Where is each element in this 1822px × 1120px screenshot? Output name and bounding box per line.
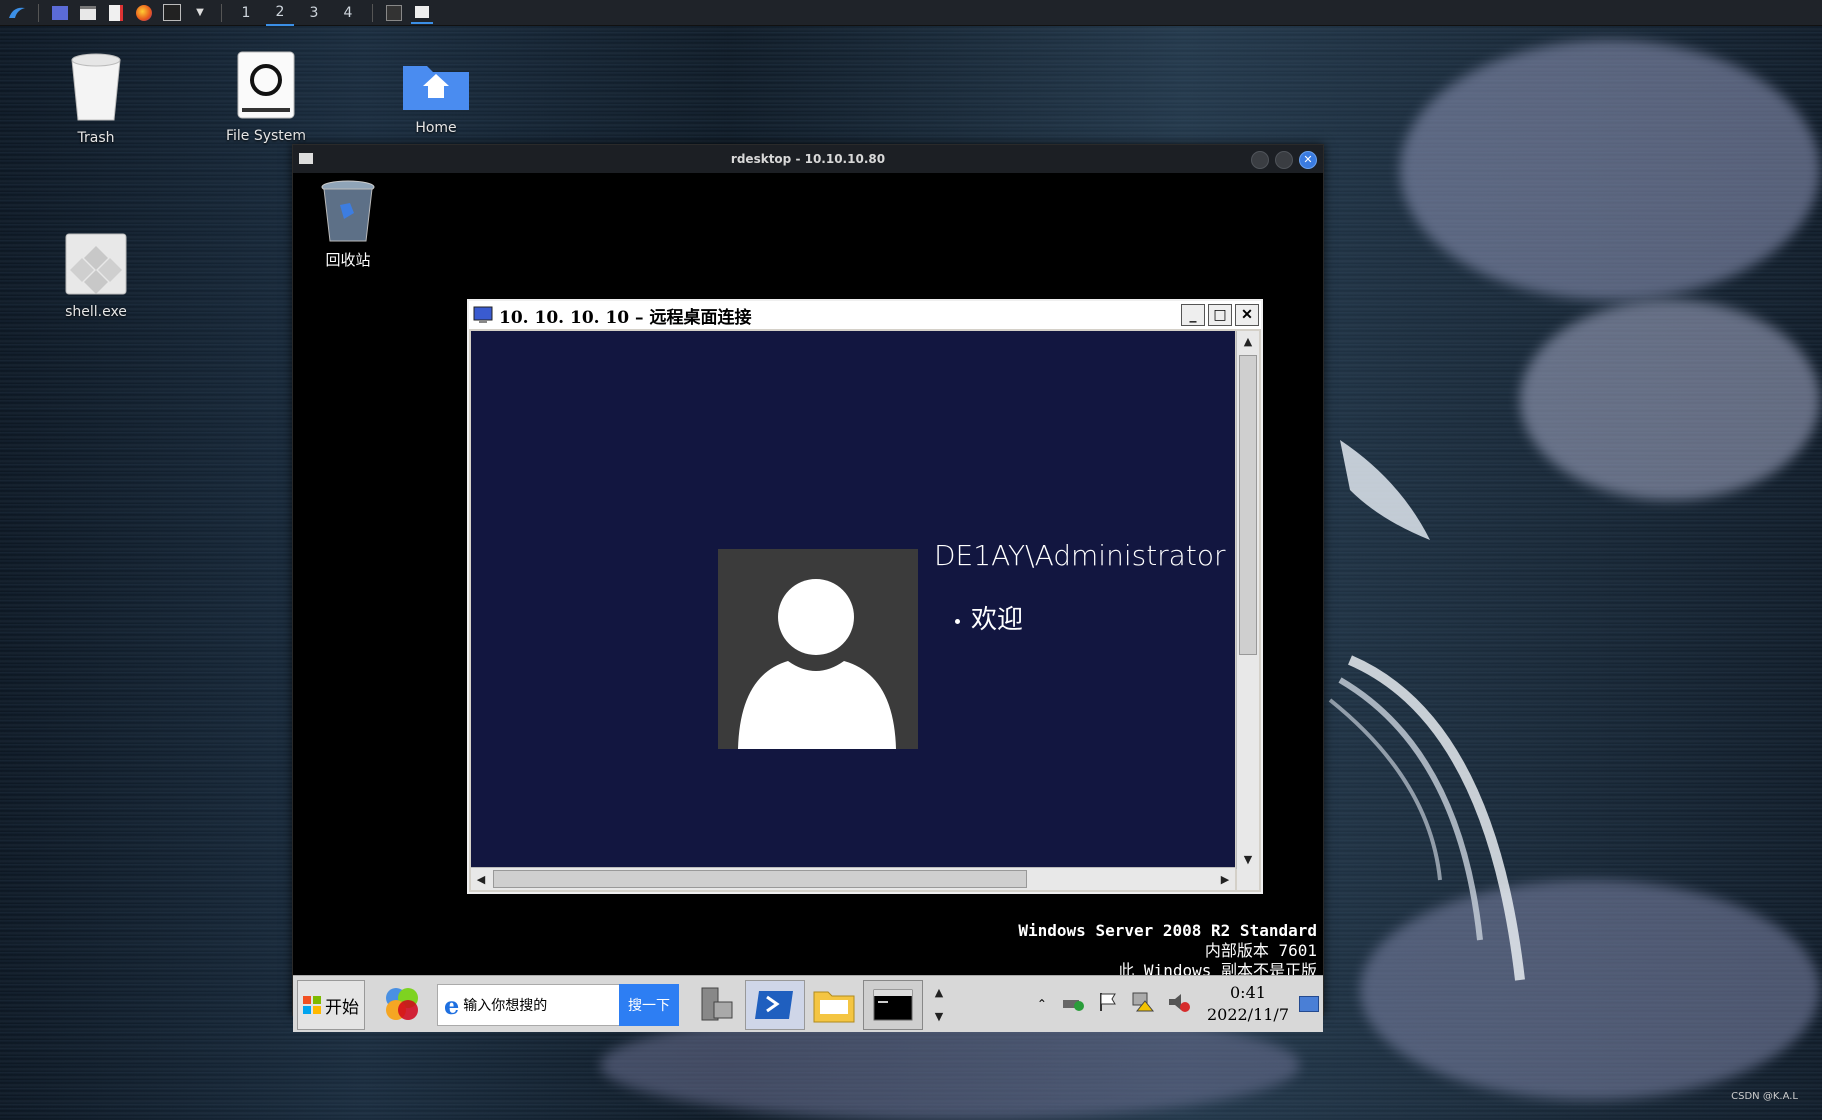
watermark-build: 内部版本 7601	[1204, 941, 1317, 960]
taskbar-terminal-window-icon[interactable]	[383, 3, 405, 23]
chevron-down-icon[interactable]: ▼	[189, 3, 211, 23]
taskbar-app-colorful-icon[interactable]	[373, 980, 431, 1028]
recycle-bin-icon	[321, 180, 375, 242]
remote-desktop: 回收站 10. 10. 10. 10 – 远程桌面连接 _ □ ✕ DE1AY\…	[293, 173, 1323, 1032]
kali-menu-icon[interactable]	[6, 3, 28, 23]
remote-desktop-connection-window: 10. 10. 10. 10 – 远程桌面连接 _ □ ✕ DE1AY\Admi…	[467, 299, 1263, 894]
powershell-icon[interactable]	[745, 980, 805, 1030]
inner-close-button[interactable]: ✕	[1235, 304, 1259, 326]
remote-icon-recycle-bin[interactable]: 回收站	[315, 179, 381, 270]
clock-time: 0:41	[1230, 983, 1266, 1002]
user-silhouette-icon	[738, 579, 896, 749]
show-hidden-icons-icon[interactable]: ⌃	[1037, 997, 1047, 1011]
minimize-button[interactable]	[1251, 151, 1269, 169]
logon-screen: DE1AY\Administrator 欢迎	[471, 331, 1235, 869]
start-button[interactable]: 开始	[297, 980, 365, 1030]
desktop-icon-shell-exe[interactable]: shell.exe	[36, 232, 156, 320]
top-panel: ▼ 1 2 3 4	[0, 0, 1822, 26]
search-input[interactable]: e 输入你想搜的	[437, 984, 621, 1026]
credit-watermark: CSDN @K.A.L	[1731, 1091, 1798, 1102]
windows-watermark: Windows Server 2008 R2 Standard 内部版本 760…	[1018, 921, 1317, 981]
system-tray: ⌃ 0:41 2022/11/7	[1029, 976, 1323, 1032]
user-avatar[interactable]	[718, 549, 918, 749]
scroll-up-icon[interactable]: ▲	[1238, 331, 1258, 351]
taskbar-rdesktop-window-icon[interactable]	[411, 2, 433, 24]
taskbar-clock[interactable]: 0:41 2022/11/7	[1207, 982, 1289, 1026]
scroll-right-icon[interactable]: ▶	[1215, 869, 1235, 889]
scroll-down-icon[interactable]: ▼	[1238, 849, 1258, 869]
resize-grip-icon[interactable]	[1237, 868, 1259, 890]
separator	[38, 3, 39, 22]
horizontal-scrollbar[interactable]: ◀ ▶	[471, 867, 1235, 890]
firefox-icon[interactable]	[133, 3, 155, 23]
home-folder-icon	[403, 66, 469, 110]
horizontal-scroll-thumb[interactable]	[493, 870, 1027, 888]
close-button[interactable]: ✕	[1299, 151, 1317, 169]
separator	[221, 3, 222, 22]
start-label: 开始	[325, 997, 359, 1018]
dragon-logo	[1328, 440, 1525, 981]
separator	[372, 3, 373, 22]
rdesktop-titlebar[interactable]: rdesktop - 10.10.10.80 ✕	[293, 145, 1323, 173]
network-icon[interactable]	[1061, 992, 1085, 1016]
workspace-1[interactable]: 1	[232, 1, 260, 25]
volume-muted-icon[interactable]	[1167, 991, 1191, 1017]
logon-welcome-text: 欢迎	[971, 605, 1024, 635]
network-warning-icon[interactable]	[1131, 991, 1155, 1017]
ie-icon: e	[444, 990, 460, 1020]
rdc-app-icon	[473, 306, 493, 323]
windows-logo-icon	[303, 996, 321, 1014]
workspace-2[interactable]: 2	[266, 0, 294, 26]
search-button[interactable]: 搜一下	[619, 984, 679, 1026]
desktop-icon-label: Trash	[77, 130, 115, 146]
terminal-icon[interactable]	[161, 3, 183, 23]
file-manager-icon[interactable]	[77, 3, 99, 23]
show-desktop-button[interactable]	[1299, 982, 1319, 1026]
desktop-icon-label: shell.exe	[65, 304, 127, 320]
desktop-icon-label: Home	[415, 120, 457, 136]
clock-date: 2022/11/7	[1206, 1005, 1289, 1024]
explorer-folder-icon[interactable]	[805, 980, 863, 1028]
taskbar-scroll-up-icon[interactable]: ▲	[929, 982, 949, 1002]
trash-icon	[71, 53, 121, 121]
inner-maximize-button[interactable]: □	[1208, 304, 1232, 326]
rdesktop-window: rdesktop - 10.10.10.80 ✕ 回收站 10. 10. 10.…	[292, 144, 1324, 1032]
inner-minimize-button[interactable]: _	[1181, 304, 1205, 326]
executable-icon	[65, 233, 127, 295]
windows-taskbar: 开始 e 输入你想搜的 搜一下 ▲ ▼ ⌃ 0:41 2022/11/7	[293, 975, 1323, 1032]
desktop-icon-home[interactable]: Home	[376, 56, 496, 136]
text-editor-icon[interactable]	[105, 3, 127, 23]
taskbar-scroll-down-icon[interactable]: ▼	[929, 1006, 949, 1026]
watermark-edition: Windows Server 2008 R2 Standard	[1018, 921, 1317, 940]
desktop-icon-trash[interactable]: Trash	[36, 50, 156, 146]
scroll-left-icon[interactable]: ◀	[471, 869, 491, 889]
vertical-scroll-thumb[interactable]	[1239, 355, 1257, 655]
wallpaper-wisp	[1520, 300, 1820, 500]
workspace-4[interactable]: 4	[334, 1, 362, 25]
server-manager-icon[interactable]	[687, 980, 745, 1028]
wallpaper-wisp	[1400, 40, 1820, 300]
desktop-icon-file-system[interactable]: File System	[206, 50, 326, 144]
desktop-icon-label: File System	[225, 128, 307, 144]
cmd-icon[interactable]	[863, 980, 923, 1030]
action-center-flag-icon[interactable]	[1097, 991, 1119, 1017]
workspace-3[interactable]: 3	[300, 1, 328, 25]
vertical-scrollbar[interactable]: ▲ ▼	[1236, 331, 1259, 869]
maximize-button[interactable]	[1275, 151, 1293, 169]
window-menu-icon[interactable]	[299, 153, 313, 164]
inner-titlebar[interactable]: 10. 10. 10. 10 – 远程桌面连接 _ □ ✕	[469, 301, 1261, 329]
bullet-icon	[955, 619, 960, 624]
workspace-switcher-icon[interactable]	[49, 3, 71, 23]
window-title: rdesktop - 10.10.10.80	[730, 152, 886, 166]
logon-username: DE1AY\Administrator	[934, 539, 1226, 572]
inner-window-title: 10. 10. 10. 10 – 远程桌面连接	[499, 307, 752, 328]
drive-icon	[237, 51, 295, 119]
remote-icon-label: 回收站	[325, 251, 371, 269]
search-placeholder: 输入你想搜的	[463, 998, 548, 1014]
